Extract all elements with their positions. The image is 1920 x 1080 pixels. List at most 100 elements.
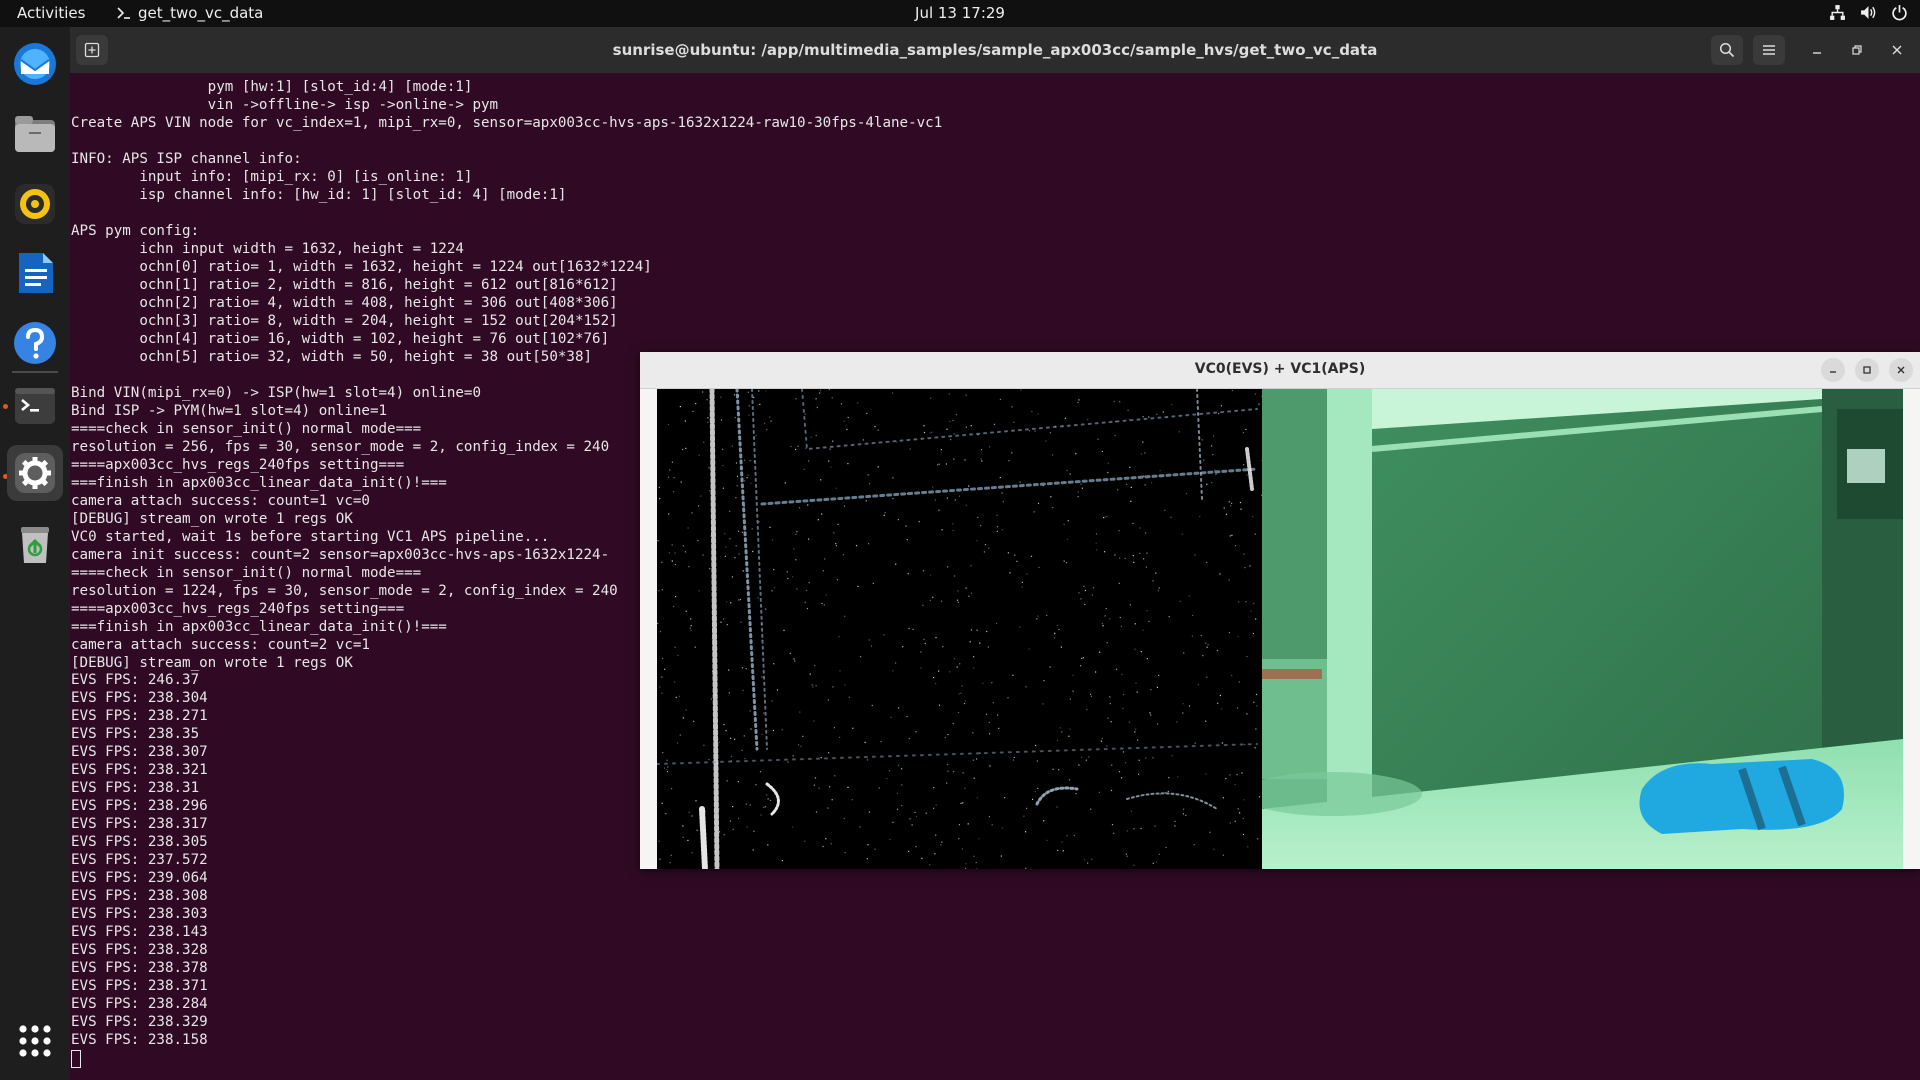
top-bar: Activities get_two_vc_data Jul 13 17:29 [0, 0, 1920, 27]
viewer-minimize-button[interactable] [1821, 358, 1845, 382]
terminal-line: EVS FPS: 238.296 [71, 798, 208, 815]
close-icon [1892, 45, 1902, 55]
dock-help[interactable] [7, 315, 63, 371]
search-icon [1719, 42, 1735, 58]
dock-rhythmbox[interactable] [7, 176, 63, 232]
terminal-icon [15, 388, 55, 424]
terminal-line: input info: [mipi_rx: 0] [is_online: 1] [71, 168, 473, 185]
terminal-line: camera attach success: count=2 vc=1 [71, 636, 370, 653]
terminal-line: ichn input width = 1632, height = 1224 [71, 240, 464, 257]
terminal-line: Create APS VIN node for vc_index=1, mipi… [71, 114, 943, 131]
dock-settings[interactable] [7, 445, 63, 501]
terminal-line: VC0 started, wait 1s before starting VC1… [71, 528, 550, 545]
app-grid-icon [19, 1025, 51, 1057]
clock[interactable]: Jul 13 17:29 [915, 4, 1005, 22]
terminal-line: Bind ISP -> PYM(hw=1 slot=4) online=1 [71, 402, 388, 419]
viewer-maximize-button[interactable] [1855, 358, 1879, 382]
viewer-title: VC0(EVS) + VC1(APS) [1194, 361, 1366, 377]
terminal-line: resolution = 1224, fps = 30, sensor_mode… [71, 582, 618, 599]
power-icon[interactable] [1891, 4, 1908, 21]
volume-icon[interactable] [1860, 4, 1877, 21]
new-tab-button[interactable] [76, 35, 108, 65]
terminal-line: [DEBUG] stream_on wrote 1 regs OK [71, 510, 353, 527]
dock-separator [12, 371, 58, 373]
terminal-line: EVS FPS: 238.371 [71, 978, 208, 995]
dock-show-apps[interactable] [7, 1013, 63, 1069]
terminal-line: EVS FPS: 238.304 [71, 690, 208, 707]
terminal-line: EVS FPS: 239.064 [71, 870, 208, 887]
terminal-line: ====check in sensor_init() normal mode==… [71, 564, 422, 581]
terminal-line: Bind VIN(mipi_rx=0) -> ISP(hw=1 slot=4) … [71, 384, 481, 401]
terminal-line: EVS FPS: 238.317 [71, 816, 208, 833]
terminal-line: EVS FPS: 238.35 [71, 726, 200, 743]
terminal-line: EVS FPS: 238.329 [71, 1014, 208, 1031]
terminal-line: resolution = 256, fps = 30, sensor_mode … [71, 438, 610, 455]
minimize-icon [1813, 52, 1821, 54]
new-tab-icon [84, 42, 100, 58]
menu-button[interactable] [1753, 35, 1785, 65]
terminal-line: EVS FPS: 238.305 [71, 834, 208, 851]
trash-icon [21, 527, 49, 563]
terminal-header-bar[interactable]: sunrise@ubuntu: /app/multimedia_samples/… [70, 27, 1920, 73]
evs-event-image [657, 389, 1262, 869]
terminal-line: EVS FPS: 238.31 [71, 780, 200, 797]
terminal-app-icon [117, 7, 130, 19]
terminal-cursor [71, 1050, 81, 1069]
dock-trash[interactable] [7, 515, 63, 571]
close-icon [1897, 366, 1905, 374]
terminal-line: EVS FPS: 238.307 [71, 744, 208, 761]
terminal-line: vin ->offline-> isp ->online-> pym [71, 96, 499, 113]
minimize-button[interactable] [1801, 35, 1833, 65]
restore-button[interactable] [1841, 35, 1873, 65]
terminal-line: EVS FPS: 237.572 [71, 852, 208, 869]
terminal-line: pym [hw:1] [slot_id:4] [mode:1] [71, 79, 473, 95]
search-button[interactable] [1711, 35, 1743, 65]
dock-terminal[interactable] [7, 378, 63, 434]
terminal-line: ===finish in apx003cc_linear_data_init()… [71, 474, 447, 491]
terminal-line: EVS FPS: 238.378 [71, 960, 208, 977]
terminal-line: ochn[2] ratio= 4, width = 408, height = … [71, 294, 618, 311]
terminal-line: ====check in sensor_init() normal mode==… [71, 420, 422, 437]
rhythmbox-icon [15, 184, 55, 224]
aps-camera-image [1262, 389, 1903, 869]
settings-icon [15, 453, 55, 493]
thunderbird-icon [14, 43, 56, 85]
terminal-line: EVS FPS: 238.308 [71, 888, 208, 905]
terminal-line: EVS FPS: 238.271 [71, 708, 208, 725]
app-menu[interactable]: get_two_vc_data [116, 4, 263, 22]
terminal-line: ochn[1] ratio= 2, width = 816, height = … [71, 276, 618, 293]
system-tray[interactable] [1829, 4, 1908, 21]
files-icon [15, 116, 55, 152]
terminal-line: ===finish in apx003cc_linear_data_init()… [71, 618, 447, 635]
terminal-title: sunrise@ubuntu: /app/multimedia_samples/… [612, 41, 1378, 59]
activities-button[interactable]: Activities [17, 4, 85, 22]
terminal-line: EVS FPS: 238.321 [71, 762, 208, 779]
terminal-line: camera init success: count=2 sensor=apx0… [71, 546, 610, 563]
viewer-close-button[interactable] [1889, 358, 1913, 382]
close-button[interactable] [1881, 35, 1913, 65]
dock [0, 27, 70, 1080]
terminal-line: EVS FPS: 238.284 [71, 996, 208, 1013]
dock-thunderbird[interactable] [7, 36, 63, 92]
terminal-line: EVS FPS: 238.158 [71, 1032, 208, 1049]
maximize-icon [1863, 366, 1871, 374]
viewer-header-bar[interactable]: VC0(EVS) + VC1(APS) [640, 352, 1920, 389]
terminal-line: ochn[3] ratio= 8, width = 204, height = … [71, 312, 618, 329]
terminal-line: ====apx003cc_hvs_regs_240fps setting=== [71, 600, 405, 617]
restore-icon [1852, 45, 1862, 55]
viewer-window[interactable]: VC0(EVS) + VC1(APS) [640, 352, 1920, 869]
app-name: get_two_vc_data [138, 4, 264, 22]
terminal-line: APS pym config: [71, 222, 200, 239]
dock-writer[interactable] [7, 245, 63, 301]
terminal-line: EVS FPS: 246.37 [71, 672, 200, 689]
hamburger-menu-icon [1763, 45, 1775, 55]
terminal-line: ochn[5] ratio= 32, width = 50, height = … [71, 348, 593, 365]
viewer-content [657, 389, 1903, 869]
writer-icon [19, 253, 53, 293]
terminal-line: INFO: APS ISP channel info: [71, 150, 302, 167]
terminal-line: ====apx003cc_hvs_regs_240fps setting=== [71, 456, 405, 473]
network-icon[interactable] [1829, 4, 1846, 21]
terminal-line: ochn[4] ratio= 16, width = 102, height =… [71, 330, 610, 347]
dock-files[interactable] [7, 106, 63, 162]
terminal-line: ochn[0] ratio= 1, width = 1632, height =… [71, 258, 652, 275]
